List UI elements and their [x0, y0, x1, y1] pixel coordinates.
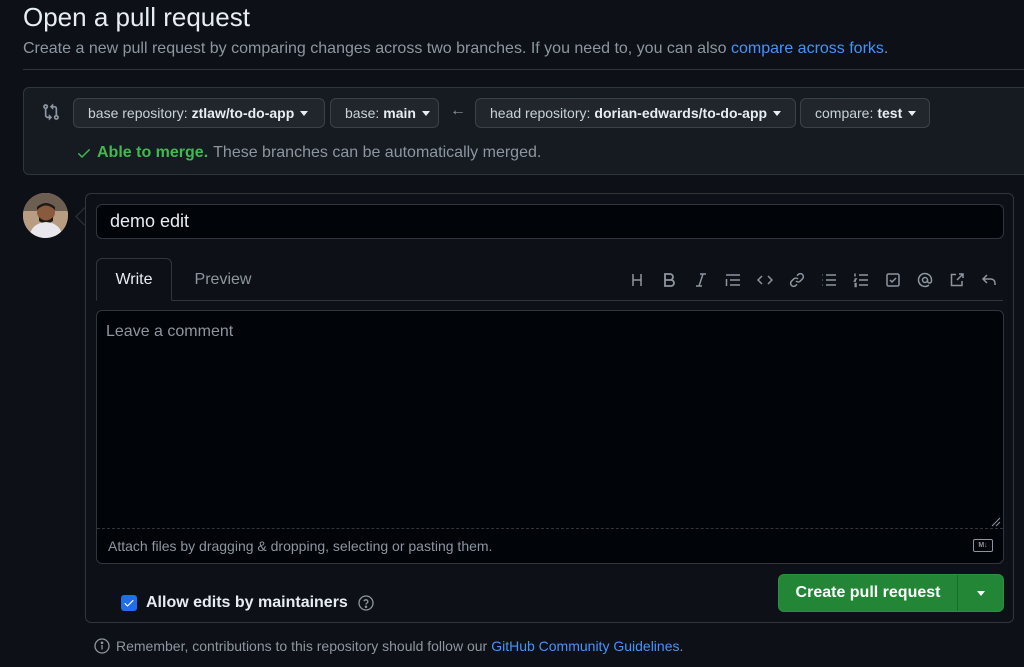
quote-icon[interactable] — [717, 266, 749, 294]
base-repository-label: base repository: — [88, 105, 188, 121]
compare-branch-label: compare: — [815, 105, 874, 121]
reply-icon[interactable] — [973, 266, 1005, 294]
reference-icon[interactable] — [941, 266, 973, 294]
unordered-list-icon[interactable] — [813, 266, 845, 294]
arrow-left-icon: ← — [450, 102, 466, 119]
head-repository-label: head repository: — [490, 105, 591, 121]
comment-editor: Attach files by dragging & dropping, sel… — [96, 310, 1004, 564]
resize-handle-icon[interactable] — [989, 515, 1001, 527]
markdown-icon[interactable]: M↓ — [973, 539, 993, 552]
avatar[interactable] — [23, 193, 68, 238]
link-icon[interactable] — [781, 266, 813, 294]
title-input[interactable] — [96, 204, 1004, 239]
head-repository-value: dorian-edwards/to-do-app — [594, 105, 768, 121]
user-avatar-image — [23, 193, 68, 238]
header-divider — [23, 69, 1024, 70]
attach-files-bar[interactable]: Attach files by dragging & dropping, sel… — [97, 528, 1003, 563]
mention-icon[interactable] — [909, 266, 941, 294]
page-subtitle: Create a new pull request by comparing c… — [23, 40, 888, 58]
caret-down-icon — [773, 110, 782, 116]
contribution-note-text: Remember, contributions to this reposito… — [116, 638, 488, 654]
contribution-note-end: . — [679, 638, 684, 654]
create-pull-request-button[interactable]: Create pull request — [779, 575, 957, 611]
allow-edits-label[interactable]: Allow edits by maintainers — [146, 594, 348, 612]
markdown-toolbar — [621, 266, 1005, 294]
caret-down-icon — [421, 110, 430, 116]
task-list-icon[interactable] — [877, 266, 909, 294]
subtitle-end: . — [883, 40, 889, 57]
merge-ok-label: Able to merge. — [97, 144, 209, 161]
base-branch-value: main — [383, 105, 416, 121]
compare-branch-select[interactable]: compare: test — [800, 98, 930, 128]
create-pull-request-button-group: Create pull request — [778, 574, 1004, 612]
heading-icon[interactable] — [621, 266, 653, 294]
ordered-list-icon[interactable] — [845, 266, 877, 294]
comment-textarea[interactable] — [97, 311, 1003, 530]
attach-files-text: Attach files by dragging & dropping, sel… — [108, 538, 493, 554]
bold-icon[interactable] — [653, 266, 685, 294]
pull-request-form: Write Preview Attach files by dragging &… — [85, 193, 1014, 623]
compare-branch-value: test — [877, 105, 903, 121]
page-title: Open a pull request — [23, 2, 250, 32]
check-icon — [78, 149, 90, 158]
subtitle-text: Create a new pull request by comparing c… — [23, 40, 727, 57]
question-icon[interactable] — [358, 595, 374, 611]
base-repository-value: ztlaw/to-do-app — [191, 105, 295, 121]
caret-down-icon — [300, 110, 309, 116]
info-icon — [94, 638, 110, 654]
caret-down-icon — [976, 590, 985, 596]
base-branch-select[interactable]: base: main — [330, 98, 439, 128]
contribution-note: Remember, contributions to this reposito… — [94, 638, 683, 654]
git-compare-icon — [43, 103, 59, 121]
allow-edits-row: Allow edits by maintainers — [121, 594, 374, 612]
tabs-divider — [96, 300, 1003, 301]
allow-edits-checkbox[interactable] — [121, 595, 137, 611]
caret-down-icon — [908, 110, 917, 116]
check-icon — [124, 600, 134, 607]
merge-status-text: These branches can be automatically merg… — [213, 144, 542, 161]
tab-write[interactable]: Write — [96, 258, 172, 301]
base-branch-label: base: — [345, 105, 380, 121]
merge-status: Able to merge. These branches can be aut… — [76, 144, 541, 162]
branch-compare-box: base repository: ztlaw/to-do-app base: m… — [23, 87, 1024, 175]
community-guidelines-link[interactable]: GitHub Community Guidelines — [491, 638, 679, 654]
italic-icon[interactable] — [685, 266, 717, 294]
create-options-dropdown[interactable] — [957, 575, 1003, 611]
compare-across-forks-link[interactable]: compare across forks — [731, 40, 884, 57]
tab-preview[interactable]: Preview — [182, 258, 264, 301]
code-icon[interactable] — [749, 266, 781, 294]
base-repository-select[interactable]: base repository: ztlaw/to-do-app — [73, 98, 325, 128]
head-repository-select[interactable]: head repository: dorian-edwards/to-do-ap… — [475, 98, 796, 128]
